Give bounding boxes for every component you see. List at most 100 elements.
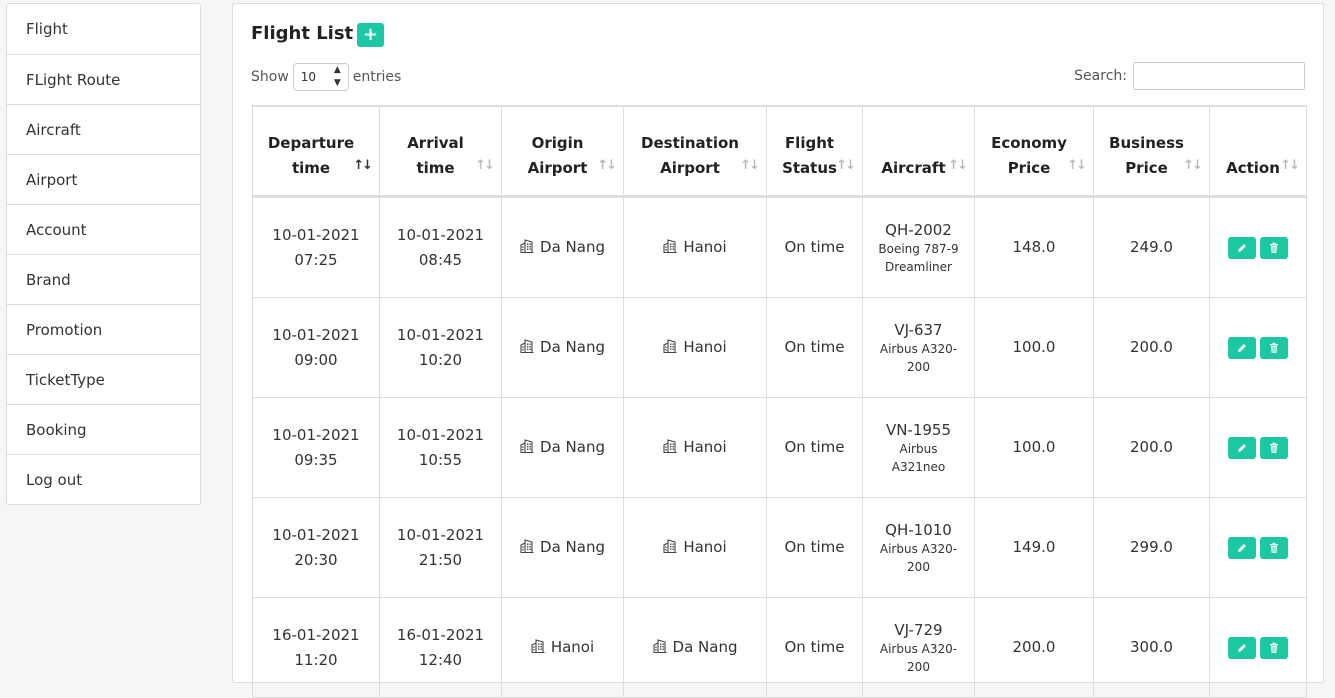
aircraft-code: VJ-637 (894, 320, 943, 339)
column-header[interactable]: Economy Price ↑↓ (974, 105, 1094, 198)
sidebar-item-logout[interactable]: Log out (7, 454, 200, 504)
delete-button[interactable] (1260, 336, 1288, 359)
business-price-cell: 300.0 (1093, 597, 1210, 698)
economy-price: 100.0 (1012, 438, 1056, 456)
aircraft-model: Airbus (899, 441, 938, 456)
departure-cell: 16-01-2021 11:20 (252, 597, 380, 698)
add-flight-button[interactable]: + (357, 23, 384, 47)
departure-time: 07:25 (294, 250, 338, 269)
arrival-cell: 16-01-2021 12:40 (379, 597, 502, 698)
arrival-time: 10:20 (418, 350, 463, 369)
column-header-label: Economy (991, 134, 1067, 152)
trash-icon (1270, 242, 1278, 253)
sort-icon: ↑↓ (836, 158, 856, 173)
arrival-cell: 10-01-2021 08:45 (379, 196, 502, 298)
building-icon (663, 239, 677, 253)
destination-airport: Hanoi (683, 338, 727, 356)
building-icon (663, 439, 677, 453)
column-header[interactable]: Departure time ↑↓ (252, 105, 380, 198)
arrival-time: 12:40 (418, 650, 463, 669)
sidebar-item-booking[interactable]: Booking (7, 404, 200, 454)
entries-label: entries (352, 69, 402, 85)
departure-cell: 10-01-2021 09:00 (252, 297, 380, 398)
aircraft-model: Boeing 787-9 (878, 241, 959, 256)
delete-button[interactable] (1260, 636, 1288, 659)
edit-button[interactable] (1228, 236, 1256, 259)
sidebar-nav: Flight FLight Route Aircraft Airport Acc… (6, 3, 201, 505)
column-header-label: Status (782, 159, 837, 177)
economy-price: 149.0 (1012, 538, 1056, 556)
arrival-date: 10-01-2021 (396, 425, 485, 444)
sidebar-item-flight[interactable]: Flight (7, 4, 200, 54)
trash-icon (1270, 642, 1278, 653)
column-header[interactable]: Flight Status ↑↓ (766, 105, 863, 198)
aircraft-cell: QH-2002 Boeing 787-9 Dreamliner (862, 196, 975, 298)
sidebar-item-flight-route[interactable]: FLight Route (7, 54, 200, 104)
edit-button[interactable] (1228, 536, 1256, 559)
destination-airport: Hanoi (683, 238, 727, 256)
column-header-label: time (291, 159, 331, 177)
plus-icon: + (362, 24, 379, 45)
building-icon (531, 639, 545, 653)
building-icon (520, 239, 534, 253)
aircraft-cell: VJ-729 Airbus A320- 200 (862, 597, 975, 698)
departure-time: 09:35 (294, 450, 338, 469)
departure-time: 09:00 (294, 350, 338, 369)
departure-date: 16-01-2021 (272, 625, 360, 644)
edit-button[interactable] (1228, 436, 1256, 459)
destination-airport: Hanoi (683, 438, 727, 456)
departure-cell: 10-01-2021 20:30 (252, 497, 380, 598)
edit-button[interactable] (1228, 636, 1256, 659)
origin-cell: Da Nang (501, 497, 624, 598)
column-header[interactable]: Arrival time ↑↓ (379, 105, 502, 198)
action-cell (1209, 597, 1307, 698)
sidebar-item-brand[interactable]: Brand (7, 254, 200, 304)
sort-icon: ↑↓ (597, 158, 617, 173)
business-price-cell: 299.0 (1093, 497, 1210, 598)
destination-cell: Da Nang (623, 597, 767, 698)
search-input[interactable] (1133, 62, 1305, 90)
sidebar-item-aircraft[interactable]: Aircraft (7, 104, 200, 154)
page-title: Flight List (251, 23, 354, 44)
origin-cell: Hanoi (501, 597, 624, 698)
delete-button[interactable] (1260, 236, 1288, 259)
column-header[interactable]: Aircraft ↑↓ (862, 105, 975, 198)
column-header[interactable]: Action ↑↓ (1209, 105, 1307, 198)
table-row: 10-01-2021 07:25 10-01-2021 08:45 Da Nang Han… (252, 196, 1307, 298)
arrival-time: 08:45 (418, 250, 463, 269)
sidebar-item-promotion[interactable]: Promotion (7, 304, 200, 354)
column-header[interactable]: Destination Airport ↑↓ (623, 105, 767, 198)
building-icon (520, 439, 534, 453)
edit-button[interactable] (1228, 336, 1256, 359)
aircraft-model: A321neo (891, 459, 946, 474)
aircraft-model: 200 (907, 559, 930, 574)
table-row: 10-01-2021 09:35 10-01-2021 10:55 Da Nang Han… (252, 397, 1307, 498)
sort-icon: ↑↓ (353, 158, 373, 173)
sort-icon: ↑↓ (740, 158, 760, 173)
aircraft-model: Airbus A320- (879, 341, 958, 356)
sidebar-item-account[interactable]: Account (7, 204, 200, 254)
action-cell (1209, 297, 1307, 398)
aircraft-model: 200 (907, 359, 930, 374)
sidebar-item-tickettype[interactable]: TicketType (7, 354, 200, 404)
column-header[interactable]: Origin Airport ↑↓ (501, 105, 624, 198)
column-header[interactable]: Business Price ↑↓ (1093, 105, 1210, 198)
delete-button[interactable] (1260, 436, 1288, 459)
arrival-cell: 10-01-2021 21:50 (379, 497, 502, 598)
entries-select[interactable]: 10 ▲ ▼ (292, 63, 349, 91)
departure-cell: 10-01-2021 09:35 (252, 397, 380, 498)
sidebar-item-airport[interactable]: Airport (7, 154, 200, 204)
departure-cell: 10-01-2021 07:25 (252, 196, 380, 298)
column-header-label: Aircraft (881, 159, 946, 177)
column-header-label: Departure (267, 134, 355, 152)
origin-airport: Da Nang (540, 338, 605, 356)
aircraft-model: Dreamliner (885, 259, 952, 274)
aircraft-cell: QH-1010 Airbus A320- 200 (862, 497, 975, 598)
aircraft-cell: VN-1955 Airbus A321neo (862, 397, 975, 498)
building-icon (520, 539, 534, 553)
flight-table: Departure time ↑↓ Arrival time ↑↓ Origin Airpor… (252, 105, 1307, 698)
business-price-cell: 200.0 (1093, 297, 1210, 398)
business-price: 200.0 (1130, 338, 1173, 356)
delete-button[interactable] (1260, 536, 1288, 559)
entries-select-value: 10 (300, 70, 317, 84)
